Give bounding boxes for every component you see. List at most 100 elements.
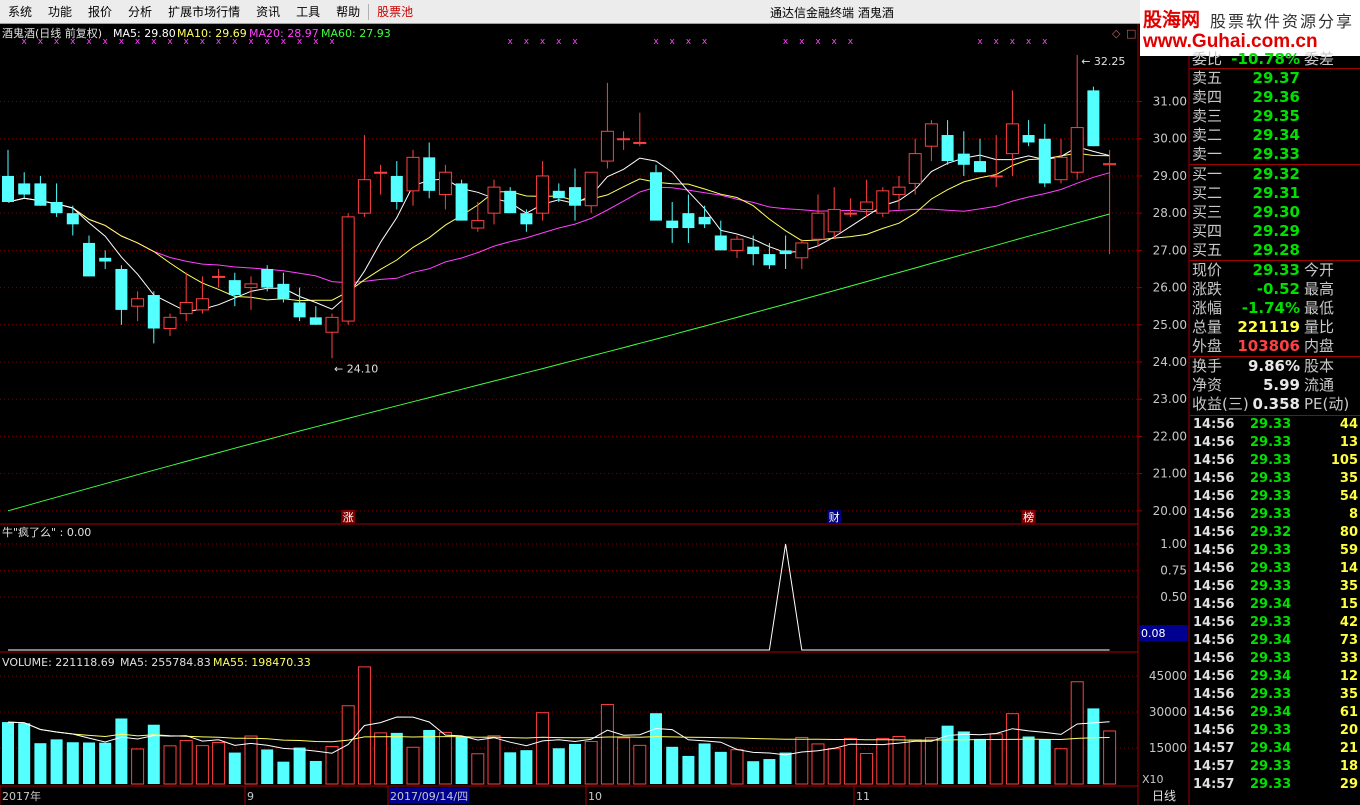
tick-time: 14:57 [1193, 777, 1235, 792]
tick-price: 29.34 [1250, 669, 1292, 684]
stat-row: 换手 9.86% 股本 [1190, 357, 1360, 375]
menu-item[interactable]: 股票池 [377, 1, 413, 23]
tick-volume: 35 [1339, 687, 1358, 702]
sell-level-row: 卖一 29.33 [1190, 145, 1360, 163]
volume-bar [438, 731, 452, 785]
volume-bar [698, 743, 711, 784]
menu-item[interactable]: 功能 [48, 1, 72, 23]
candle-body [195, 298, 209, 311]
sell-level-label: 卖一 [1192, 145, 1223, 163]
volume-bar [779, 752, 792, 784]
sell-level-label: 卖二 [1192, 126, 1223, 144]
menu-item[interactable]: 资讯 [256, 1, 280, 23]
volume-bar [261, 749, 274, 784]
candle-body [536, 175, 550, 214]
tick-row: 14:56 29.33 59 [1190, 542, 1360, 560]
volume-bar [989, 733, 1003, 785]
tick-volume: 105 [1330, 453, 1358, 468]
buy-level-label: 买五 [1192, 241, 1223, 259]
tick-row: 14:56 29.34 61 [1190, 704, 1360, 722]
volume-bar [1070, 681, 1084, 785]
candle-body [989, 175, 1003, 178]
menu-item[interactable]: 系统 [8, 1, 32, 23]
y-tick-label: 20.00 [1153, 504, 1187, 518]
volume-bar [50, 739, 63, 784]
kline-chart[interactable]: 31.00 30.00 29.00 28.00 27.00 26.00 25.00 24.00… [0, 24, 1190, 805]
candle-body [811, 212, 825, 240]
tick-time: 14:56 [1193, 687, 1235, 702]
candle-body [50, 202, 63, 214]
candle-body [471, 220, 485, 229]
signal-marker: x [686, 37, 692, 47]
volume-bar [83, 742, 95, 784]
volume-bar [633, 744, 647, 785]
menu-item[interactable]: 帮助 [336, 1, 360, 23]
volume-bar [374, 732, 388, 785]
volume-bar [600, 704, 614, 785]
volume-bar [1038, 739, 1051, 784]
volume-tick-label: 45000 [1149, 669, 1187, 683]
menu-item[interactable]: 分析 [128, 1, 152, 23]
candle-body [261, 268, 274, 288]
volume-bar [666, 746, 679, 784]
y-tick-label: 30.00 [1153, 132, 1187, 146]
event-marker-label: 涨 [343, 511, 354, 524]
signal-marker: x [524, 37, 530, 47]
tick-price: 29.33 [1250, 615, 1292, 630]
tick-time: 14:56 [1193, 597, 1235, 612]
tick-row: 14:56 29.32 80 [1190, 524, 1360, 542]
tick-row: 14:56 29.33 35 [1190, 470, 1360, 488]
tick-volume: 21 [1339, 741, 1358, 756]
volume-bar [650, 713, 662, 784]
candle-body [1005, 123, 1019, 155]
stat-value: -0.52 [1256, 280, 1300, 298]
candle-body [520, 213, 533, 225]
tick-price: 29.33 [1250, 417, 1292, 432]
stat-label: 换手 [1192, 357, 1223, 375]
candle-body [163, 316, 177, 330]
candle-body [650, 172, 662, 221]
menu-item[interactable]: 报价 [88, 1, 112, 23]
volume-bar [18, 723, 31, 784]
volume-bar [179, 740, 193, 785]
candle-body [714, 235, 727, 251]
weibi-value: -10.78% [1231, 50, 1300, 68]
tick-volume: 44 [1339, 417, 1358, 432]
buy-level-price: 29.30 [1252, 203, 1300, 221]
tick-price: 29.34 [1250, 597, 1292, 612]
tick-time: 14:56 [1193, 651, 1235, 666]
tick-row: 14:56 29.34 73 [1190, 632, 1360, 650]
candle-body [747, 246, 760, 255]
candle-body [600, 130, 614, 162]
sell-level-label: 卖三 [1192, 107, 1223, 125]
candle-body [212, 275, 226, 278]
tick-volume: 12 [1339, 669, 1358, 684]
low-price-marker: ← 24.10 [334, 362, 378, 375]
tick-volume: 73 [1339, 633, 1358, 648]
candle-body [131, 298, 145, 307]
sell-level-price: 29.36 [1252, 88, 1300, 106]
tick-time: 14:56 [1193, 723, 1235, 738]
tick-time: 14:56 [1193, 543, 1235, 558]
stat-label-right: 量比 [1304, 318, 1335, 336]
volume-bar [747, 761, 760, 784]
volume-bar [195, 745, 209, 785]
chart-header-label: MA5: 29.80 [113, 27, 176, 40]
tick-volume: 20 [1339, 723, 1358, 738]
tick-price: 29.33 [1250, 453, 1292, 468]
candle-body [957, 153, 970, 165]
menu-item[interactable]: 扩展市场行情 [168, 1, 240, 23]
tick-price: 29.33 [1250, 651, 1292, 666]
stat-label: 外盘 [1192, 337, 1223, 355]
tick-time: 14:56 [1193, 579, 1235, 594]
volume-bar [471, 753, 485, 785]
stat-label-right: PE(动) [1304, 395, 1350, 413]
tick-row: 14:56 29.33 42 [1190, 614, 1360, 632]
candle-body [504, 190, 517, 214]
signal-marker: x [572, 37, 578, 47]
menu-item[interactable]: 工具 [296, 1, 320, 23]
candle-body [406, 156, 420, 192]
volume-bar [212, 741, 226, 785]
period-button[interactable]: 日线 [1152, 789, 1176, 803]
candle-body [309, 317, 322, 325]
